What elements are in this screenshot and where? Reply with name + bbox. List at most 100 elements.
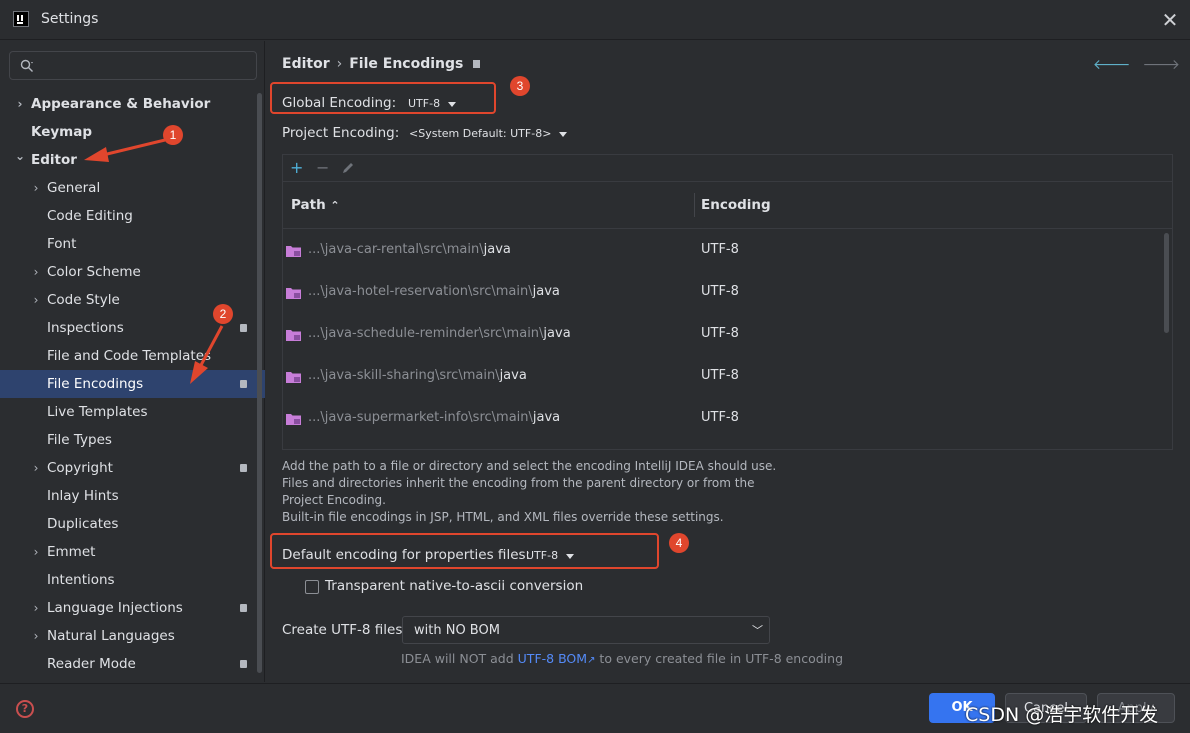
sidebar-item[interactable]: Font (0, 230, 265, 258)
edit-icon[interactable] (341, 161, 355, 175)
sidebar-item[interactable]: › General (0, 174, 265, 202)
utf8-bom-link[interactable]: UTF-8 BOM (518, 651, 587, 666)
settings-sidebar: › Appearance & Behavior Keymap ⌄ Editor › Gene… (0, 41, 265, 682)
table-scrollbar[interactable] (1164, 233, 1169, 333)
hint-line: Files and directories inherit the encodi… (282, 476, 755, 490)
table-header: Path ⌃ Encoding (283, 183, 1172, 229)
close-icon[interactable]: ✕ (1160, 10, 1180, 30)
source-folder-icon (286, 414, 301, 425)
chevron-down-icon[interactable]: ⌄ (14, 146, 26, 174)
project-scope-icon (240, 324, 247, 332)
sidebar-item[interactable]: File Encodings (0, 370, 265, 398)
encoding-cell[interactable]: UTF-8 (701, 242, 739, 257)
settings-tree: › Appearance & Behavior Keymap ⌄ Editor › Gene… (0, 90, 265, 678)
sidebar-item-label: Code Style (47, 292, 120, 308)
navigation-arrows: 🡐 🡒 (1081, 56, 1180, 73)
breadcrumb-editor[interactable]: Editor (282, 56, 330, 72)
source-folder-icon (286, 330, 301, 341)
table-row[interactable]: ...\java-hotel-reservation\src\main\java… (283, 272, 1172, 314)
sidebar-item[interactable]: ⌄ Editor (0, 146, 265, 174)
sidebar-item-label: Inlay Hints (47, 488, 119, 504)
add-icon[interactable]: + (290, 158, 303, 178)
chevron-right-icon[interactable]: › (30, 286, 42, 314)
sidebar-item[interactable]: Code Editing (0, 202, 265, 230)
encoding-cell[interactable]: UTF-8 (701, 284, 739, 299)
forward-arrow-icon[interactable]: 🡒 (1142, 57, 1180, 73)
table-row[interactable]: ...\java-car-rental\src\main\java UTF-8 (283, 230, 1172, 272)
path-encoding-table: + − Path ⌃ Encoding ...\java-car-rental\… (282, 154, 1173, 450)
sidebar-item[interactable]: Reader Mode (0, 650, 265, 678)
title-bar: Settings ✕ (0, 0, 1190, 40)
sidebar-item-label: File and Code Templates (47, 348, 212, 364)
settings-search-input[interactable] (9, 51, 257, 80)
table-row[interactable]: ...\java-skill-sharing\src\main\java UTF-… (283, 356, 1172, 398)
sidebar-item[interactable]: Inlay Hints (0, 482, 265, 510)
sidebar-item-label: Reader Mode (47, 656, 136, 672)
encoding-cell[interactable]: UTF-8 (701, 368, 739, 383)
sidebar-item[interactable]: Duplicates (0, 510, 265, 538)
column-header-path[interactable]: Path ⌃ (291, 197, 340, 213)
bom-note-prefix: IDEA will NOT add (401, 651, 518, 666)
encoding-hint-text: Add the path to a file or directory and … (282, 458, 782, 526)
main-panel: Editor › File Encodings 🡐 🡒 Global Encoding… (266, 41, 1190, 682)
chevron-right-icon[interactable]: › (14, 90, 26, 118)
chevron-right-icon[interactable]: › (30, 594, 42, 622)
help-icon[interactable]: ? (16, 700, 34, 718)
transparent-ascii-label[interactable]: Transparent native-to-ascii conversion (325, 578, 583, 594)
sidebar-item[interactable]: › Appearance & Behavior (0, 90, 265, 118)
column-header-encoding[interactable]: Encoding (701, 197, 771, 213)
sidebar-item[interactable]: › Color Scheme (0, 258, 265, 286)
path-cell: ...\java-hotel-reservation\src\main\java (308, 284, 560, 299)
column-divider[interactable] (694, 193, 695, 217)
chevron-right-icon[interactable]: › (30, 538, 42, 566)
chevron-down-icon (559, 131, 568, 137)
transparent-ascii-checkbox[interactable] (305, 580, 319, 594)
sidebar-item[interactable]: › Copyright (0, 454, 265, 482)
sidebar-item[interactable]: Live Templates (0, 398, 265, 426)
sidebar-item-label: Duplicates (47, 516, 119, 532)
window-title: Settings (41, 11, 99, 27)
sidebar-item-label: Live Templates (47, 404, 148, 420)
path-cell: ...\java-supermarket-info\src\main\java (308, 410, 561, 425)
csdn-watermark: CSDN @浩宇软件开发 (965, 704, 1159, 726)
remove-icon[interactable]: − (316, 158, 329, 178)
annotation-box-3 (270, 82, 496, 114)
chevron-down-icon: ﹀ (752, 624, 763, 637)
breadcrumb: Editor › File Encodings (282, 56, 481, 72)
sidebar-item[interactable]: › Emmet (0, 538, 265, 566)
sidebar-item[interactable]: Keymap (0, 118, 265, 146)
sidebar-item[interactable]: File Types (0, 426, 265, 454)
chevron-right-icon[interactable]: › (30, 454, 42, 482)
chevron-right-icon[interactable]: › (30, 258, 42, 286)
sidebar-item-label: Copyright (47, 460, 113, 476)
project-encoding-dropdown[interactable]: <System Default: UTF-8> (409, 127, 568, 140)
table-row[interactable]: ...\java-schedule-reminder\src\main\java… (283, 314, 1172, 356)
sidebar-item[interactable]: › Language Injections (0, 594, 265, 622)
sidebar-item[interactable]: › Natural Languages (0, 622, 265, 650)
chevron-right-icon[interactable]: › (30, 622, 42, 650)
sidebar-item[interactable]: File and Code Templates (0, 342, 265, 370)
sidebar-item-label: General (47, 180, 101, 196)
project-scope-icon (473, 60, 481, 68)
chevron-right-icon[interactable]: › (30, 174, 42, 202)
hint-line: Add the path to a file or directory and … (282, 459, 777, 473)
sidebar-item-label: File Encodings (47, 376, 144, 392)
path-cell: ...\java-schedule-reminder\src\main\java (308, 326, 571, 341)
sidebar-item-label: Natural Languages (47, 628, 175, 644)
sidebar-scrollbar[interactable] (257, 93, 262, 673)
encoding-cell[interactable]: UTF-8 (701, 326, 739, 341)
create-utf8-select[interactable]: with NO BOM ﹀ (402, 616, 770, 644)
dialog-footer: ? OK Cancel Apply CSDN @浩宇软件开发 (0, 683, 1190, 733)
hint-line: Built-in file encodings in JSP, HTML, an… (282, 510, 724, 524)
project-scope-icon (240, 604, 247, 612)
project-encoding-value: <System Default: UTF-8> (409, 127, 552, 140)
sidebar-item-label: Font (47, 236, 77, 252)
table-row[interactable]: ...\java-supermarket-info\src\main\java U… (283, 398, 1172, 440)
sidebar-item[interactable]: Intentions (0, 566, 265, 594)
back-arrow-icon[interactable]: 🡐 (1093, 57, 1131, 73)
sidebar-item-label: Editor (31, 152, 77, 168)
encoding-cell[interactable]: UTF-8 (701, 410, 739, 425)
breadcrumb-file-encodings: File Encodings (349, 56, 464, 72)
sidebar-item-label: Appearance & Behavior (31, 96, 211, 112)
bom-note-suffix: to every created file in UTF-8 encoding (595, 651, 844, 666)
